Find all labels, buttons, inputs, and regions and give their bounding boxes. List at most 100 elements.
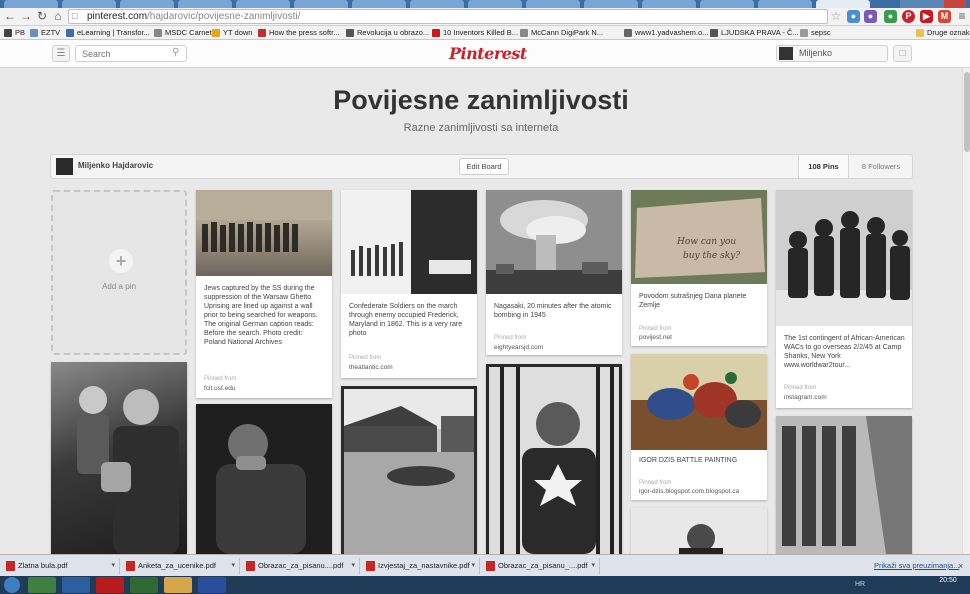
search-input[interactable]: [75, 45, 187, 62]
gmail-extension-icon[interactable]: M: [938, 10, 951, 23]
chevron-down-icon[interactable]: ▾: [111, 558, 115, 574]
bookmark-item[interactable]: MSDC Carnet: [154, 27, 212, 39]
pinterest-logo[interactable]: Pinterest: [449, 44, 527, 63]
notifications-button[interactable]: □: [893, 45, 912, 62]
bookmark-item[interactable]: LJUDSKA PRAVA - Č...: [710, 27, 799, 39]
close-icon[interactable]: ×: [958, 558, 963, 574]
pin-card[interactable]: IGOR DZIS BATTLE PAINTING Pinned from ig…: [631, 354, 767, 500]
browser-tab[interactable]: [526, 0, 580, 8]
acrobat-taskbar-icon[interactable]: [96, 577, 124, 593]
bookmark-favicon-icon: [212, 29, 220, 37]
bookmark-item[interactable]: www1.yadvashem.o...: [624, 27, 708, 39]
pin-source-link[interactable]: igor-dzis.blogspot.com.blogspot.ca: [639, 488, 739, 495]
show-all-downloads-link[interactable]: Prikaži sva preuzimanja...: [862, 558, 959, 574]
pin-card[interactable]: The 1st contingent of African-American W…: [776, 190, 912, 408]
extension-icon[interactable]: ●: [847, 10, 860, 23]
maximize-window-button[interactable]: [922, 0, 944, 8]
chevron-down-icon[interactable]: ▾: [231, 558, 235, 574]
outlook-taskbar-icon[interactable]: [62, 577, 90, 593]
download-item[interactable]: Anketa_za_ucenike.pdf ▾: [124, 558, 240, 574]
menu-icon[interactable]: ≡: [955, 9, 969, 23]
scrollbar-thumb[interactable]: [964, 72, 970, 152]
browser-tab[interactable]: [700, 0, 754, 8]
pin-source-link[interactable]: theatlantic.com: [349, 364, 393, 371]
browser-tab[interactable]: [352, 0, 406, 8]
browser-tab[interactable]: [642, 0, 696, 8]
bookmark-item[interactable]: EZTV: [30, 27, 60, 39]
browser-tab[interactable]: [178, 0, 232, 8]
browser-tab[interactable]: [62, 0, 116, 8]
pin-source-link[interactable]: povijest.net: [639, 334, 672, 341]
pin-card[interactable]: Jews captured by the SS during the suppr…: [196, 190, 332, 398]
download-item[interactable]: Obrazac_za_pisanu_....pdf ▾: [484, 558, 600, 574]
pin-card[interactable]: Nagasaki, 20 minutes after the atomic bo…: [486, 190, 622, 355]
bookmark-star-icon[interactable]: ☆: [829, 9, 843, 23]
browser-tab[interactable]: [758, 0, 812, 8]
user-profile-button[interactable]: Miljenko: [776, 45, 888, 62]
page-scrollbar[interactable]: [962, 68, 970, 554]
add-pin-card[interactable]: + Add a pin: [51, 190, 187, 355]
clock[interactable]: 20:50: [930, 577, 966, 585]
hamburger-menu-button[interactable]: ☰: [52, 45, 70, 62]
minimize-window-button[interactable]: [900, 0, 922, 8]
pin-source-link[interactable]: eightyearsjd.com: [494, 344, 543, 351]
pin-card[interactable]: [486, 364, 622, 554]
pinned-from-label: Pinned from: [494, 335, 527, 341]
bookmark-item[interactable]: PB: [4, 27, 25, 39]
pins-count-tab[interactable]: 108 Pins: [798, 155, 848, 178]
reload-icon[interactable]: ↻: [35, 9, 49, 23]
bookmark-item[interactable]: YT down: [212, 27, 252, 39]
close-window-button[interactable]: [944, 0, 966, 8]
pin-card[interactable]: Confederate Soldiers on the march throug…: [341, 190, 477, 378]
browser-tab-active[interactable]: [816, 0, 870, 8]
browser-tab[interactable]: [410, 0, 464, 8]
forward-icon[interactable]: →: [19, 9, 33, 23]
pin-card[interactable]: [196, 404, 332, 554]
bookmark-item[interactable]: Revolucija u obrazo...: [346, 27, 429, 39]
home-icon[interactable]: ⌂: [51, 9, 65, 23]
download-item[interactable]: Zlatna bula.pdf ▾: [4, 558, 120, 574]
youtube-extension-icon[interactable]: ▶: [920, 10, 933, 23]
dreamweaver-taskbar-icon[interactable]: [130, 577, 158, 593]
back-icon[interactable]: ←: [3, 9, 17, 23]
chrome-taskbar-icon[interactable]: [28, 577, 56, 593]
browser-tab[interactable]: [4, 0, 58, 8]
pin-card[interactable]: [631, 508, 767, 554]
chevron-down-icon[interactable]: ▾: [471, 558, 475, 574]
edit-board-button[interactable]: Edit Board: [459, 158, 509, 175]
browser-tab[interactable]: [236, 0, 290, 8]
board-owner-name[interactable]: Miljenko Hajdarovic: [78, 161, 153, 170]
pin-card[interactable]: [51, 362, 187, 554]
pin-source-link[interactable]: instagram.com: [784, 394, 827, 401]
extension-icon[interactable]: ●: [884, 10, 897, 23]
pin-source-link[interactable]: fcit.usf.edu: [204, 385, 235, 392]
bookmark-item[interactable]: sepsc: [800, 27, 831, 39]
extension-icon[interactable]: ●: [864, 10, 877, 23]
download-item[interactable]: Obrazac_za_pisanu....pdf ▾: [244, 558, 360, 574]
chevron-down-icon[interactable]: ▾: [351, 558, 355, 574]
pin-card[interactable]: How can you buy the sky? Povodom sutrašn…: [631, 190, 767, 346]
bookmark-item[interactable]: 10 Inventors Killed B...: [432, 27, 518, 39]
browser-tab[interactable]: [120, 0, 174, 8]
pinterest-extension-icon[interactable]: P: [902, 10, 915, 23]
windows-start-button[interactable]: [4, 577, 20, 593]
browser-tab[interactable]: [294, 0, 348, 8]
search-icon[interactable]: ⚲: [172, 47, 179, 58]
browser-tab[interactable]: [468, 0, 522, 8]
language-indicator[interactable]: HR: [855, 581, 865, 588]
bookmark-item[interactable]: How the press softr...: [258, 27, 339, 39]
pin-card[interactable]: [341, 386, 477, 554]
followers-count-tab[interactable]: 8 Followers: [848, 155, 913, 178]
bookmark-folder[interactable]: Druge oznake: [916, 27, 970, 39]
wac-contingent-photo: [776, 190, 912, 326]
word-taskbar-icon[interactable]: [198, 577, 226, 593]
download-item[interactable]: Izvjestaj_za_nastavnike.pdf ▾: [364, 558, 480, 574]
bookmark-item[interactable]: eLearning | Transfor...: [66, 27, 150, 39]
bookmark-item[interactable]: McCann DigiPark N...: [520, 27, 603, 39]
url-input[interactable]: pinterest.com/hajdarovic/povijesne-zanim…: [68, 9, 828, 24]
pin-card[interactable]: [776, 416, 912, 554]
chevron-down-icon[interactable]: ▾: [591, 558, 595, 574]
avatar[interactable]: [56, 158, 73, 175]
explorer-taskbar-icon[interactable]: [164, 577, 192, 593]
browser-tab[interactable]: [584, 0, 638, 8]
